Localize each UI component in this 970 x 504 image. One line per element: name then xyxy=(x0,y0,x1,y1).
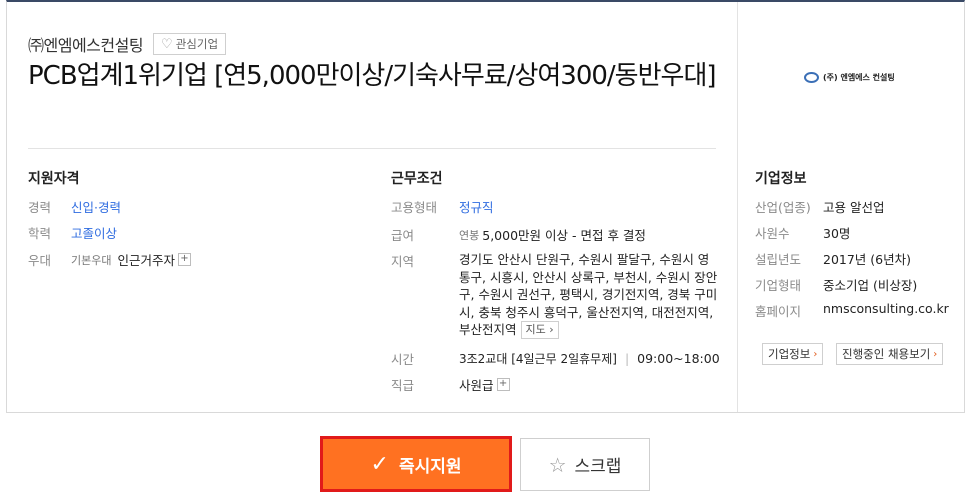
region-last-line: 부산전지역 지도 › xyxy=(459,321,724,339)
region-line: 시, 충북 청주시 흥덕구, 울산전지역, 대전전지역, xyxy=(459,304,714,320)
star-icon: ☆ xyxy=(548,452,567,477)
rank-label: 직급 xyxy=(391,378,415,393)
founded-label: 설립년도 xyxy=(755,252,802,267)
heart-icon: ♡ xyxy=(161,36,173,52)
preference-sub: 기본우대 xyxy=(71,253,112,267)
industry-label: 산업(업종) xyxy=(755,200,811,215)
region-line: 경기도 안산시 단원구, 수원시 팔달구, 수원시 영 xyxy=(459,252,710,267)
expand-preference-icon[interactable]: + xyxy=(178,253,191,266)
experience-row: 경력 신입·경력 xyxy=(28,197,121,216)
conditions-title: 근무조건 xyxy=(391,171,443,187)
company-info-button-label: 기업정보 xyxy=(768,347,811,361)
company-info-title: 기업정보 xyxy=(755,171,807,187)
preference-value: 인근거주자 xyxy=(117,253,175,268)
experience-label: 경력 xyxy=(28,200,52,215)
time-shift: 3조2교대 [4일근무 2일휴무제] xyxy=(459,352,617,366)
rank-value: 사원급 xyxy=(459,378,494,393)
education-row: 학력 고졸이상 xyxy=(28,223,117,242)
apply-now-label: 즉시지원 xyxy=(398,456,462,477)
salary-prefix: 연봉 xyxy=(459,228,480,242)
homepage-label: 홈페이지 xyxy=(755,304,802,319)
region-value: 경기도 안산시 단원구, 수원시 팔달구, 수원시 영 통구, 시흥시, 안산시… xyxy=(459,251,724,339)
region-line: 구, 수원시 권선구, 평택시, 경기전지역, 경북 구미 xyxy=(459,287,718,302)
region-line: 통구, 시흥시, 안산시 상록구, 부천시, 수원시 장안 xyxy=(459,269,718,285)
company-type-label: 기업형태 xyxy=(755,278,802,293)
chevron-right-icon: › xyxy=(813,348,818,360)
scrap-label: 스크랩 xyxy=(574,457,622,477)
education-value[interactable]: 고졸이상 xyxy=(71,223,117,242)
salary-row: 급여 연봉 5,000만원 이상 - 면접 후 결정 xyxy=(391,225,646,244)
company-panel: (주) 엔엠에스 컨설팅 기업정보 산업(업종) 고용 알선업 사원수 30명 … xyxy=(737,2,965,412)
industry-row: 산업(업종) 고용 알선업 xyxy=(755,197,884,216)
founded-row: 설립년도 2017년 (6년차) xyxy=(755,249,911,268)
check-icon: ✓ xyxy=(370,451,389,477)
homepage-link[interactable]: nmsconsulting.co.kr xyxy=(823,301,949,320)
salary-value: 5,000만원 이상 - 면접 후 결정 xyxy=(482,228,646,243)
industry-value: 고용 알선업 xyxy=(823,200,885,215)
scrap-button[interactable]: ☆ 스크랩 xyxy=(520,438,650,491)
preference-label: 우대 xyxy=(28,253,52,268)
region-label: 지역 xyxy=(391,254,415,269)
logo-text: (주) 엔엠에스 컨설팅 xyxy=(823,73,895,82)
company-name-link[interactable]: ㈜엔엠에스컨설팅 xyxy=(28,32,144,56)
employment-type-row: 고용형태 정규직 xyxy=(391,197,494,216)
time-label: 시간 xyxy=(391,352,415,367)
employees-label: 사원수 xyxy=(755,226,790,241)
company-type-row: 기업형태 중소기업 (비상장) xyxy=(755,275,917,294)
homepage-row: 홈페이지 nmsconsulting.co.kr xyxy=(755,301,949,320)
company-info-button[interactable]: 기업정보 › xyxy=(762,343,824,365)
favorite-company-button[interactable]: ♡ 관심기업 xyxy=(153,33,227,55)
employees-value: 30명 xyxy=(823,226,851,241)
founded-value: 2017년 (6년차) xyxy=(823,252,911,267)
job-main-panel: ㈜엔엠에스컨설팅 ♡ 관심기업 PCB업계1위기업 [연5,000만이상/기숙사… xyxy=(7,2,737,412)
map-button[interactable]: 지도 › xyxy=(520,321,559,339)
time-row: 시간 3조2교대 [4일근무 2일휴무제] | 09:00~18:00 xyxy=(391,349,720,368)
experience-value[interactable]: 신입·경력 xyxy=(71,197,121,216)
job-summary-card: ㈜엔엠에스컨설팅 ♡ 관심기업 PCB업계1위기업 [연5,000만이상/기숙사… xyxy=(6,0,965,413)
expand-rank-icon[interactable]: + xyxy=(496,378,510,391)
active-jobs-button[interactable]: 진행중인 채용보기 › xyxy=(836,343,944,365)
salary-label: 급여 xyxy=(391,228,415,243)
chevron-right-icon: › xyxy=(933,348,938,360)
region-row: 지역 경기도 안산시 단원구, 수원시 팔달구, 수원시 영 통구, 시흥시, … xyxy=(391,251,724,339)
active-jobs-button-label: 진행중인 채용보기 xyxy=(842,347,931,361)
logo-mark-icon xyxy=(804,72,819,83)
map-label: 지도 xyxy=(525,323,546,336)
favorite-label: 관심기업 xyxy=(175,37,219,51)
time-hours: 09:00~18:00 xyxy=(637,351,720,366)
education-label: 학력 xyxy=(28,226,52,241)
qualifications-title: 지원자격 xyxy=(28,171,80,187)
employment-type-value[interactable]: 정규직 xyxy=(459,197,494,216)
preference-row: 우대 기본우대 인근거주자 + xyxy=(28,250,191,269)
employees-row: 사원수 30명 xyxy=(755,223,850,242)
rank-row: 직급 사원급 + xyxy=(391,375,510,394)
company-type-value: 중소기업 (비상장) xyxy=(823,278,918,293)
employment-type-label: 고용형태 xyxy=(391,200,438,215)
company-logo[interactable]: (주) 엔엠에스 컨설팅 xyxy=(804,72,895,83)
company-row: ㈜엔엠에스컨설팅 ♡ 관심기업 xyxy=(28,32,227,56)
separator: | xyxy=(624,351,630,366)
chevron-right-icon: › xyxy=(549,323,554,336)
region-line: 부산전지역 xyxy=(459,322,517,338)
divider xyxy=(28,148,716,149)
job-title: PCB업계1위기업 [연5,000만이상/기숙사무료/상여300/동반우대] xyxy=(28,61,717,91)
apply-now-button[interactable]: ✓ 즉시지원 xyxy=(320,436,512,492)
